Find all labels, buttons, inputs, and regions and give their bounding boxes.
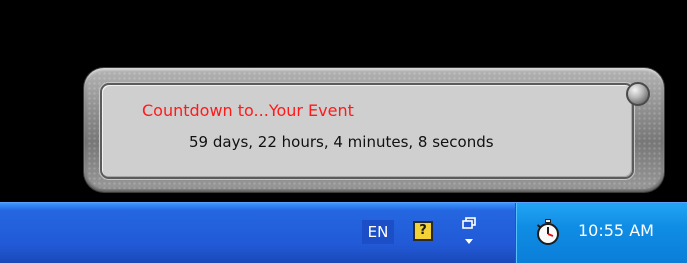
stopwatch-icon[interactable] [535, 219, 561, 245]
notification-title: Countdown to...Your Event [142, 101, 354, 120]
language-indicator[interactable]: EN [362, 220, 394, 244]
close-knob-button[interactable] [626, 82, 650, 106]
taskbar: EN ? 10:55 AM [0, 202, 687, 263]
countdown-remaining-text: 59 days, 22 hours, 4 minutes, 8 seconds [189, 133, 494, 151]
notification-panel: Countdown to...Your Event 59 days, 22 ho… [100, 83, 634, 179]
help-icon[interactable]: ? [413, 221, 433, 241]
clock-time[interactable]: 10:55 AM [578, 221, 654, 240]
countdown-notification: Countdown to...Your Event 59 days, 22 ho… [84, 68, 664, 192]
restore-windows-icon[interactable] [457, 215, 481, 249]
